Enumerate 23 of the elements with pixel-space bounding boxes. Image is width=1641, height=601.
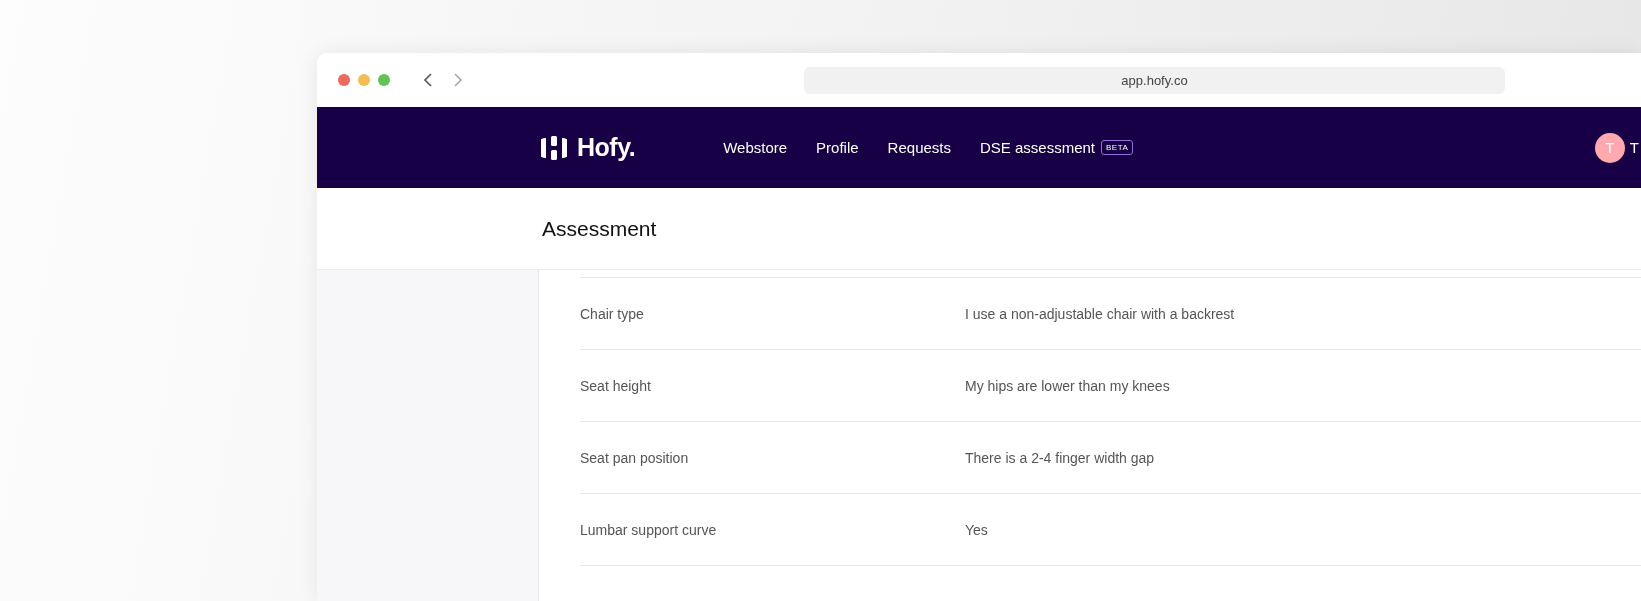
logo-icon: [541, 134, 567, 161]
address-field[interactable]: app.hofy.co: [804, 66, 1505, 94]
forward-icon[interactable]: [452, 72, 464, 88]
nav-link[interactable]: Webstore: [723, 139, 788, 156]
answer-text: Yes: [965, 521, 988, 538]
nav-link[interactable]: Requests: [887, 139, 951, 156]
page-title: Assessment: [542, 216, 657, 241]
question-label: Chair type: [580, 305, 645, 322]
question-label: Seat pan position: [580, 449, 690, 466]
logo-wordmark: Hofy.: [577, 133, 636, 162]
question-label: Seat height: [580, 377, 652, 394]
user-name: T: [1629, 139, 1639, 156]
nav-link[interactable]: DSE assessment BETA: [980, 139, 1134, 156]
maximize-window-icon[interactable]: [378, 74, 390, 86]
minimize-window-icon[interactable]: [358, 74, 370, 86]
question-label: Lumbar support curve: [580, 521, 718, 538]
close-window-icon[interactable]: [338, 74, 350, 86]
beta-badge: BETA: [1101, 140, 1134, 155]
nav-link[interactable]: Profile: [816, 139, 859, 156]
answer-text: There is a 2-4 finger width gap: [965, 449, 1155, 466]
answer-text: I use a non-adjustable chair with a backrest: [965, 305, 1235, 322]
answer-text: My hips are lower than my knees: [965, 377, 1170, 394]
back-icon[interactable]: [422, 72, 434, 88]
